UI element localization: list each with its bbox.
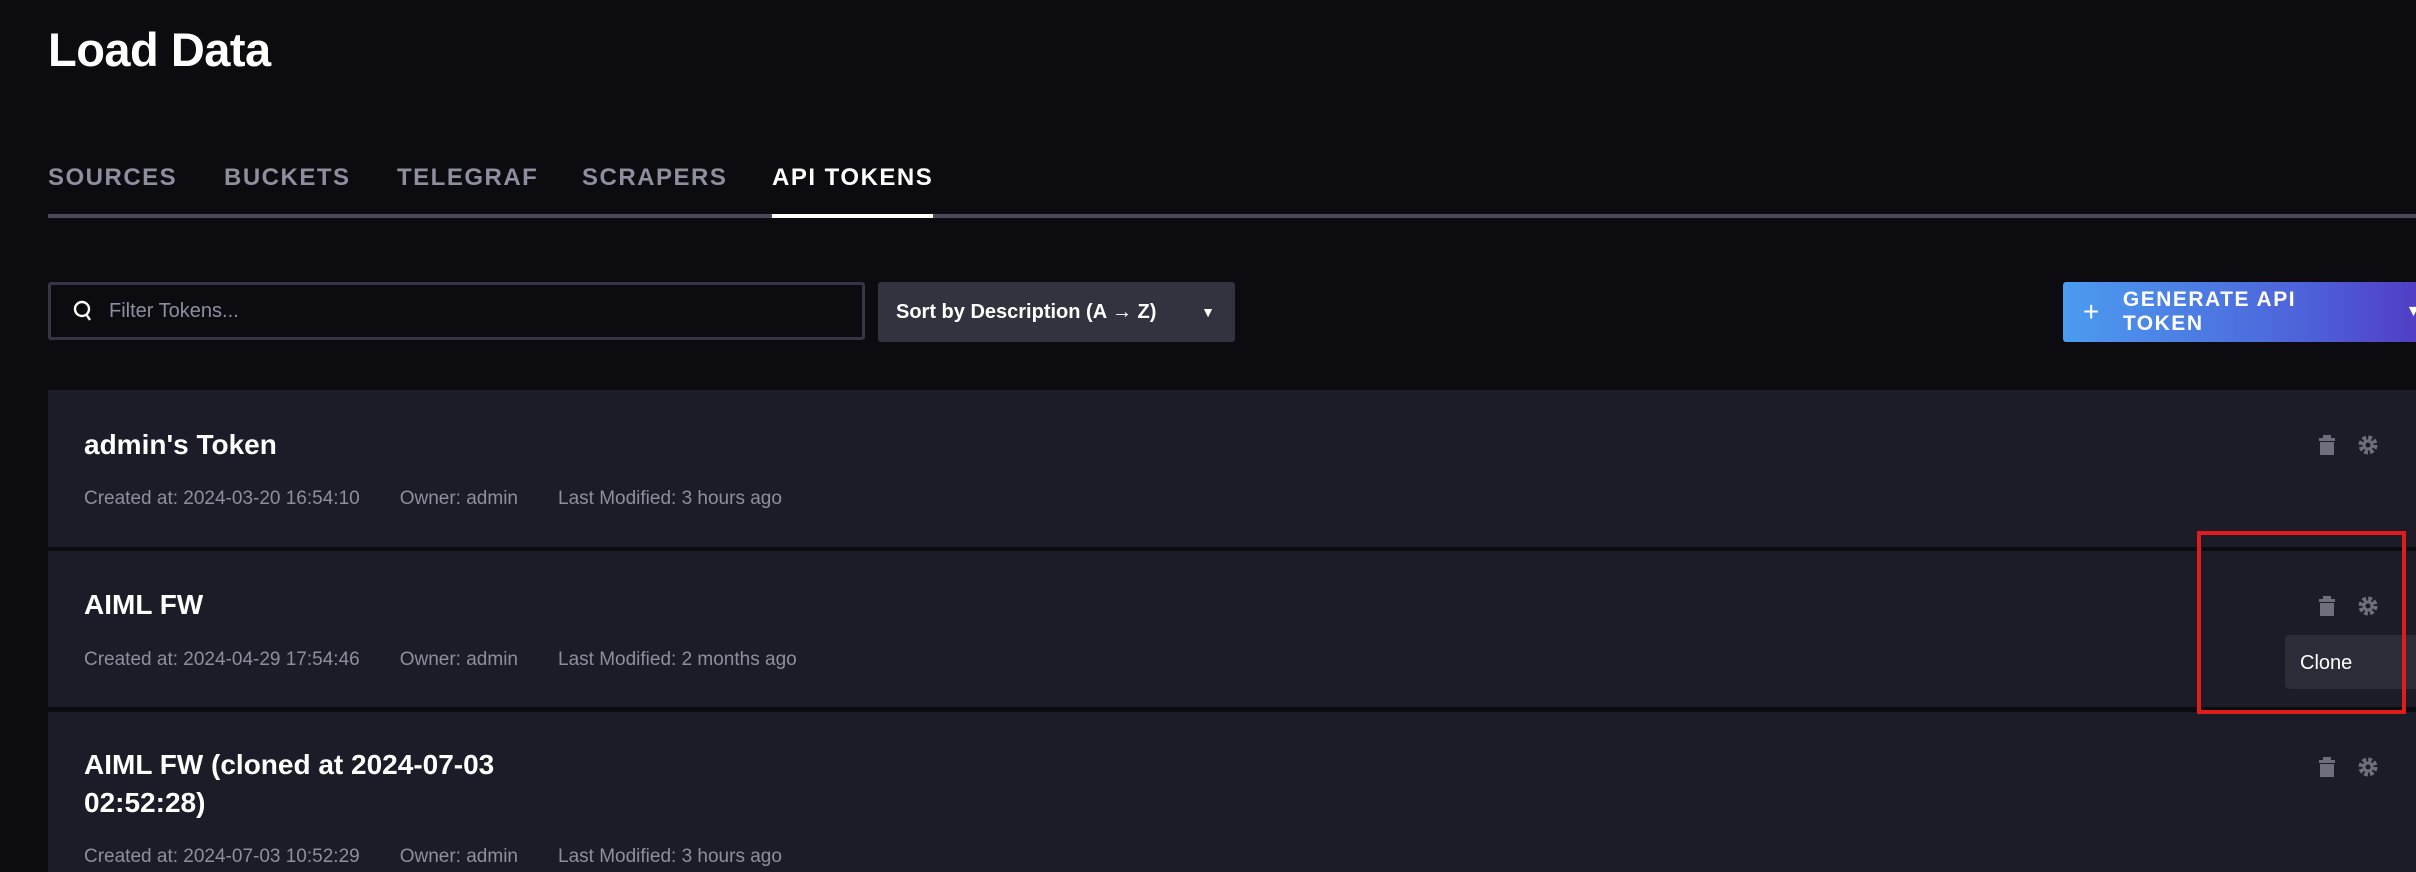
last-modified: Last Modified: 3 hours ago bbox=[558, 488, 782, 509]
token-meta: Created at: 2024-04-29 17:54:46 Owner: a… bbox=[84, 649, 837, 671]
gear-icon[interactable] bbox=[2358, 435, 2378, 455]
owner: Owner: admin bbox=[399, 488, 518, 509]
tab-bar: SOURCES BUCKETS TELEGRAF SCRAPERS API TO… bbox=[48, 160, 2416, 218]
tab-buckets[interactable]: BUCKETS bbox=[224, 164, 351, 218]
generate-label: GENERATE API TOKEN bbox=[2122, 288, 2297, 335]
token-name[interactable]: AIML FW (cloned at 2024-07-03 02:52:28) bbox=[84, 746, 604, 822]
trash-icon[interactable] bbox=[2318, 435, 2336, 455]
token-meta: Created at: 2024-03-20 16:54:10 Owner: a… bbox=[84, 488, 822, 510]
token-card[interactable]: AIML FW (cloned at 2024-07-03 02:52:28) … bbox=[48, 712, 2416, 872]
trash-icon[interactable] bbox=[2318, 757, 2336, 777]
sort-dropdown[interactable]: Sort by Description (A → Z) ▼ bbox=[878, 282, 1235, 342]
page-title: Load Data bbox=[48, 23, 271, 76]
sort-label: Sort by Description (A → Z) bbox=[896, 300, 1157, 323]
token-card[interactable]: admin's Token Created at: 2024-03-20 16:… bbox=[48, 390, 2416, 547]
tab-scrapers[interactable]: SCRAPERS bbox=[582, 164, 727, 218]
token-name[interactable]: admin's Token bbox=[84, 426, 277, 464]
caret-down-icon[interactable]: ▼ bbox=[2406, 303, 2416, 321]
filter-tokens-field[interactable] bbox=[48, 282, 865, 340]
search-icon bbox=[73, 300, 91, 321]
filter-tokens-input[interactable] bbox=[109, 299, 809, 323]
last-modified: Last Modified: 2 months ago bbox=[558, 649, 797, 670]
caret-down-icon: ▼ bbox=[1201, 304, 1215, 320]
created-at: Created at: 2024-04-29 17:54:46 bbox=[84, 649, 360, 670]
tab-telegraf[interactable]: TELEGRAF bbox=[397, 164, 538, 218]
plus-icon: + bbox=[2083, 296, 2101, 327]
token-name[interactable]: AIML FW bbox=[84, 586, 203, 624]
tab-sources[interactable]: SOURCES bbox=[48, 164, 177, 218]
gear-icon[interactable] bbox=[2358, 757, 2378, 777]
card-actions bbox=[2318, 435, 2378, 455]
card-actions bbox=[2318, 757, 2378, 777]
tab-api-tokens[interactable]: API TOKENS bbox=[772, 164, 934, 218]
owner: Owner: admin bbox=[399, 649, 518, 670]
created-at: Created at: 2024-03-20 16:54:10 bbox=[84, 488, 360, 509]
token-card[interactable]: AIML FW Created at: 2024-04-29 17:54:46 … bbox=[48, 551, 2416, 707]
generate-api-token-button[interactable]: + GENERATE API TOKEN ▼ bbox=[2063, 282, 2416, 342]
highlight-box bbox=[2197, 531, 2406, 714]
